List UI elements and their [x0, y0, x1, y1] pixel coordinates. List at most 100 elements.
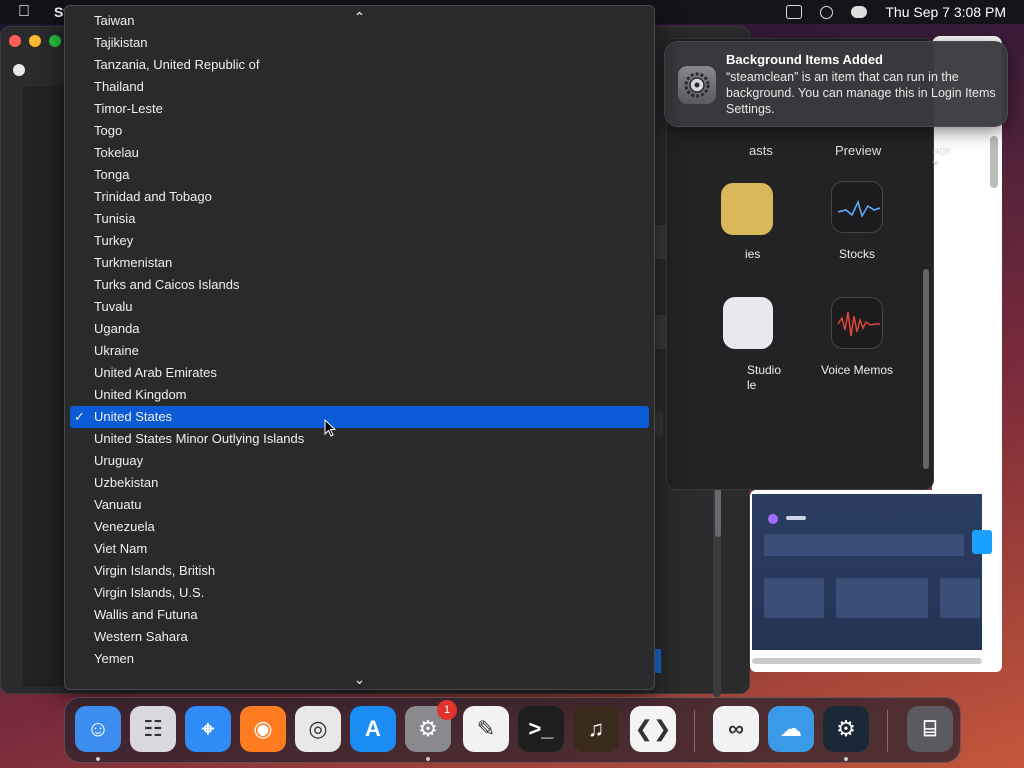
country-label: Viet Nam [94, 541, 148, 556]
country-menu-item[interactable]: Trinidad and Tobago [70, 186, 649, 208]
toolbar-sort-dropdown[interactable]: age ▾ [933, 145, 951, 170]
country-menu-item[interactable]: Viet Nam [70, 538, 649, 560]
country-menu-item[interactable]: Western Sahara [70, 626, 649, 648]
status-dot [768, 514, 778, 524]
country-menu-item[interactable]: United Kingdom [70, 384, 649, 406]
preview-bar [836, 578, 928, 618]
country-label: Uruguay [94, 453, 144, 468]
country-menu-item[interactable]: Togo [70, 120, 649, 142]
terminal-icon[interactable]: >_ [518, 706, 564, 752]
country-menu-item[interactable]: Timor-Leste [70, 98, 649, 120]
apple-menu-icon[interactable]:  [18, 3, 30, 21]
country-menu-item[interactable]: Uruguay [70, 450, 649, 472]
textedit-icon[interactable]: ✎ [463, 706, 509, 752]
control-center-icon[interactable] [851, 6, 868, 18]
stocks-icon[interactable] [831, 181, 883, 233]
safari-icon[interactable]: ⌖ [185, 706, 231, 752]
screen-mirroring-icon[interactable] [786, 5, 803, 19]
firefox-icon[interactable]: ◉ [240, 706, 286, 752]
close-window-button[interactable] [9, 35, 21, 47]
minimize-window-button[interactable] [29, 35, 41, 47]
country-label: Tonga [94, 167, 130, 182]
scrollbar-thumb[interactable] [923, 269, 929, 469]
country-label: United States [94, 409, 173, 424]
country-label: Turkey [94, 233, 134, 248]
country-menu-item[interactable]: ✓ United States [70, 406, 649, 428]
country-menu-item[interactable]: Tunisia [70, 208, 649, 230]
voice-memos-icon[interactable] [831, 297, 883, 349]
country-label: Virgin Islands, U.S. [94, 585, 205, 600]
country-menu-item[interactable]: Turks and Caicos Islands [70, 274, 649, 296]
dock-glyph: ⌸ [923, 716, 937, 741]
country-label: Tuvalu [94, 299, 133, 314]
visual-studio-icon[interactable] [723, 297, 773, 349]
trash-icon[interactable]: ⌸ [907, 706, 953, 752]
weather-icon[interactable]: ☁ [768, 706, 814, 752]
garageband-icon[interactable]: ♫ [573, 706, 619, 752]
dock-glyph: ⚙ [836, 716, 856, 741]
country-menu-item[interactable]: United States Minor Outlying Islands [70, 428, 649, 450]
app-label: ies [745, 247, 761, 261]
toolbar-preview-label[interactable]: Preview [835, 143, 881, 158]
country-label: Western Sahara [94, 629, 188, 644]
dock-glyph: ♫ [587, 716, 605, 741]
country-menu-item[interactable]: Ukraine [70, 340, 649, 362]
country-menu-item[interactable]: Virgin Islands, U.S. [70, 582, 649, 604]
country-popup-menu[interactable]: ⌃ Taiwan Tajikistan Tanzania, United Repub… [64, 5, 655, 690]
country-menu-item[interactable]: Yemen [70, 648, 649, 670]
horizontal-scrollbar[interactable] [752, 658, 982, 664]
preview-bar [940, 578, 980, 618]
scroll-down-arrow-icon[interactable]: ⌄ [65, 670, 654, 688]
preview-button [972, 530, 992, 554]
radio-indicator[interactable] [13, 64, 25, 76]
menu-bar-status-area: Thu Sep 7 3:08 PM [786, 0, 1006, 24]
sidebar-panel [23, 87, 67, 687]
country-menu-item[interactable]: Virgin Islands, British [70, 560, 649, 582]
country-label: United States Minor Outlying Islands [94, 431, 305, 446]
preview-bar [764, 534, 964, 556]
dock-glyph: ⌖ [201, 716, 215, 741]
country-menu-item[interactable]: Thailand [70, 76, 649, 98]
country-menu-item[interactable]: Wallis and Futuna [70, 604, 649, 626]
country-menu-item[interactable]: Tonga [70, 164, 649, 186]
country-label: Turks and Caicos Islands [94, 277, 240, 292]
visual-studio-icon[interactable]: ∞ [713, 706, 759, 752]
country-label: Tanzania, United Republic of [94, 57, 260, 72]
country-label: Virgin Islands, British [94, 563, 216, 578]
country-menu-item[interactable]: Tajikistan [70, 32, 649, 54]
country-menu-item[interactable]: Tanzania, United Republic of [70, 54, 649, 76]
background-items-notification[interactable]: Background Items Added “steamclean” is a… [664, 41, 1008, 127]
country-label: Uzbekistan [94, 475, 159, 490]
country-menu-item[interactable]: Turkey [70, 230, 649, 252]
vscode-icon[interactable]: ❮❯ [630, 706, 676, 752]
country-menu-item[interactable]: Vanuatu [70, 494, 649, 516]
country-menu-item[interactable]: Tuvalu [70, 296, 649, 318]
country-menu-item[interactable]: Uzbekistan [70, 472, 649, 494]
country-label: Wallis and Futuna [94, 607, 198, 622]
country-menu-item[interactable]: Tokelau [70, 142, 649, 164]
app-label: Studio le [747, 363, 782, 392]
country-menu-item[interactable]: Turkmenistan [70, 252, 649, 274]
zoom-window-button[interactable] [49, 35, 61, 47]
notes-icon[interactable] [721, 183, 773, 235]
launchpad-icon[interactable]: ☷ [130, 706, 176, 752]
country-label: United Kingdom [94, 387, 187, 402]
country-list: Taiwan Tajikistan Tanzania, United Republi… [65, 13, 654, 670]
spotlight-search-icon[interactable] [820, 5, 834, 19]
dock-glyph: >_ [528, 716, 554, 741]
country-label: Togo [94, 123, 123, 138]
country-label: Tajikistan [94, 35, 148, 50]
country-label: Timor-Leste [94, 101, 163, 116]
country-menu-item[interactable]: Taiwan [70, 10, 649, 32]
country-menu-item[interactable]: Venezuela [70, 516, 649, 538]
system-settings-icon[interactable]: ⚙ 1 [405, 700, 457, 752]
chrome-icon[interactable]: ◎ [295, 706, 341, 752]
steam-icon[interactable]: ⚙ [823, 706, 869, 752]
country-menu-item[interactable]: United Arab Emirates [70, 362, 649, 384]
app-store-icon[interactable]: A [350, 706, 396, 752]
dock-glyph: ◉ [253, 716, 273, 741]
finder-icon[interactable]: ☺ [75, 706, 121, 752]
scrollbar-thumb[interactable] [990, 136, 998, 188]
country-menu-item[interactable]: Uganda [70, 318, 649, 340]
menu-bar-clock[interactable]: Thu Sep 7 3:08 PM [885, 4, 1006, 20]
